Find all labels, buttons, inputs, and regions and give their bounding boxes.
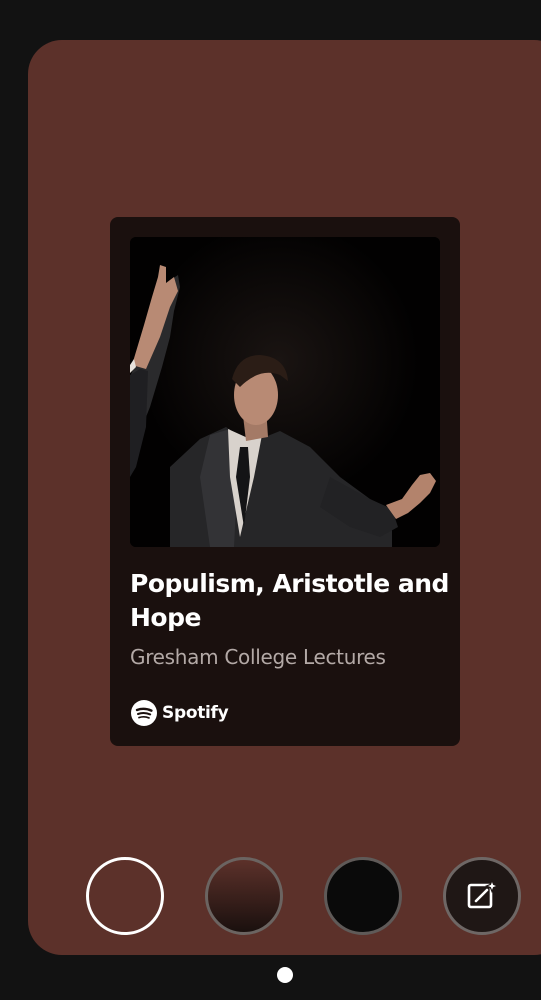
edit-sparkle-icon [467, 879, 499, 909]
background-option-custom-edit[interactable] [443, 857, 521, 935]
background-option-brown-solid[interactable] [86, 857, 164, 935]
episode-title: Populism, Aristotle and Hope [130, 569, 449, 632]
speaker-photo [130, 237, 440, 547]
page-indicator-dot [277, 967, 293, 983]
episode-artwork [130, 237, 440, 547]
background-option-black[interactable] [324, 857, 402, 935]
show-name: Gresham College Lectures [130, 645, 386, 669]
spotify-brand: Spotify [131, 700, 229, 726]
spotify-logo-icon [131, 700, 157, 726]
spotify-wordmark: Spotify [162, 703, 229, 723]
share-card: Populism, Aristotle and Hope Gresham Col… [110, 217, 460, 746]
background-option-brown-gradient[interactable] [205, 857, 283, 935]
